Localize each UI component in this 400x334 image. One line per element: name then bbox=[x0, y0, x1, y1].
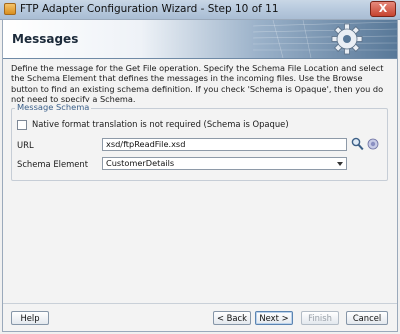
search-icon[interactable] bbox=[351, 137, 364, 151]
back-button[interactable]: < Back bbox=[213, 311, 251, 325]
schema-url-field[interactable]: xsd/ftpReadFile.xsd bbox=[102, 138, 347, 151]
banner-decoration bbox=[253, 20, 397, 58]
wizard-app-icon bbox=[4, 3, 16, 15]
next-button[interactable]: Next > bbox=[255, 311, 293, 325]
close-window-button[interactable]: X bbox=[370, 1, 396, 17]
window-title-bar[interactable]: FTP Adapter Configuration Wizard - Step … bbox=[0, 0, 400, 20]
footer-separator bbox=[3, 303, 397, 304]
header-banner: Messages bbox=[3, 20, 397, 59]
page-title: Messages bbox=[12, 32, 79, 46]
help-button[interactable]: Help bbox=[11, 311, 49, 325]
schema-opaque-checkbox[interactable] bbox=[17, 120, 27, 130]
page-description: Define the message for the Get File oper… bbox=[11, 63, 384, 105]
schema-element-value: CustomerDetails bbox=[106, 158, 175, 168]
schema-opaque-label[interactable]: Native format translation is not require… bbox=[32, 119, 289, 129]
url-label: URL bbox=[17, 140, 34, 150]
chevron-down-icon[interactable] bbox=[337, 162, 343, 166]
schema-element-dropdown[interactable]: CustomerDetails bbox=[102, 157, 347, 170]
window-title: FTP Adapter Configuration Wizard - Step … bbox=[20, 3, 279, 15]
browse-icon[interactable] bbox=[367, 138, 379, 150]
gear-icon bbox=[331, 23, 363, 55]
message-schema-legend: Message Schema bbox=[15, 102, 92, 112]
finish-button[interactable]: Finish bbox=[301, 311, 339, 325]
cancel-button[interactable]: Cancel bbox=[346, 311, 388, 325]
schema-element-label: Schema Element bbox=[17, 159, 89, 169]
